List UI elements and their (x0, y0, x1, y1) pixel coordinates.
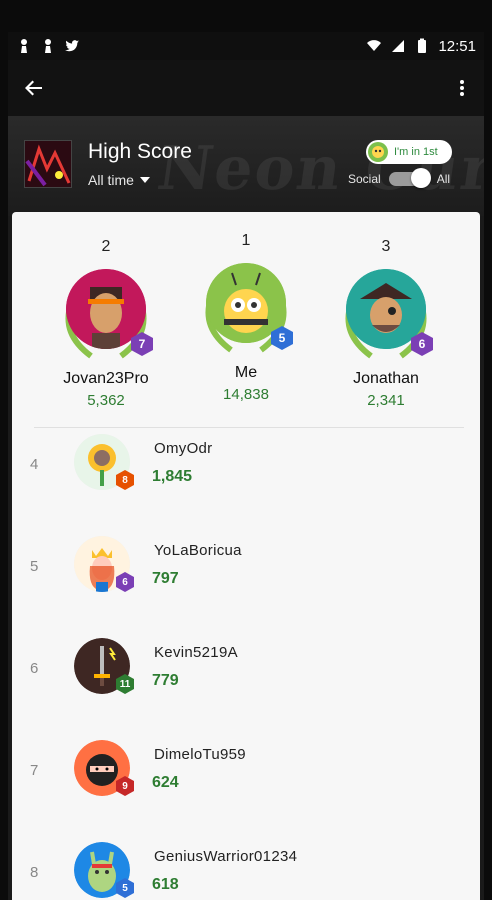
my-rank-pill[interactable]: I'm in 1st (366, 140, 452, 164)
player-score: 5,362 (87, 392, 125, 409)
leaderboard-header: Neon Curve High Score All time I'm in 1s… (8, 116, 484, 216)
player-score: 1,845 (152, 468, 193, 485)
player-name: OmyOdr (154, 440, 213, 457)
back-button[interactable] (16, 70, 52, 106)
twitter-icon (65, 40, 79, 52)
signal-icon (392, 40, 405, 52)
screen: 12:51 Neon Curve High Score All time (0, 0, 492, 900)
player-name: DimeloTu959 (154, 746, 246, 763)
player-name: Me (234, 364, 258, 381)
wifi-icon (367, 40, 382, 51)
battery-icon (418, 38, 427, 53)
player-score: 797 (152, 570, 179, 587)
time-filter-dropdown[interactable]: All time (88, 172, 150, 188)
player-score: 14,838 (223, 386, 269, 403)
divider (34, 427, 464, 428)
podium-third[interactable]: 3 6 Jonathan 2,341 (316, 238, 456, 409)
podium: 2 7 Jovan23Pro 5,362 1 5 Me 14,838 3 6 J… (12, 212, 480, 427)
podium-second[interactable]: 2 7 Jovan23Pro 5,362 (36, 238, 176, 409)
player-score: 779 (152, 672, 179, 689)
rank-number: 7 (30, 762, 39, 779)
podium-rank: 3 (381, 238, 391, 255)
leaderboard-row[interactable]: 5 6 YoLaBoricua 797 (12, 532, 480, 634)
game-thumbnail (24, 140, 72, 188)
leaderboard-row[interactable]: 8 5 GeniusWarrior01234 618 (12, 838, 480, 900)
player-score: 2,341 (367, 392, 405, 409)
social-label: Social (348, 172, 381, 186)
my-avatar-mini (368, 142, 388, 162)
more-vert-icon (460, 80, 464, 96)
leaderboard-list: 4 8 OmyOdr 1,845 5 6 YoLaBoricua 797 6 1… (12, 430, 480, 900)
player-score: 618 (152, 876, 179, 893)
leaderboard-row[interactable]: 4 8 OmyOdr 1,845 (12, 430, 480, 532)
arrow-left-icon (25, 80, 42, 96)
player-name: Jovan23Pro (63, 370, 149, 387)
all-label: All (436, 172, 451, 186)
rank-number: 8 (30, 864, 39, 881)
status-time: 12:51 (438, 37, 476, 55)
leaderboard-card: 2 7 Jovan23Pro 5,362 1 5 Me 14,838 3 6 J… (12, 212, 480, 900)
phone-screen: 12:51 Neon Curve High Score All time (8, 32, 484, 900)
player-name: Jonathan (353, 370, 419, 387)
rank-number: 6 (30, 660, 39, 677)
player-name: GeniusWarrior01234 (154, 848, 298, 865)
toggle-switch[interactable] (388, 168, 431, 188)
time-filter-label: All time (88, 172, 134, 188)
caret-down-icon (139, 177, 150, 183)
avatar: 6 (331, 264, 441, 364)
status-bar: 12:51 (8, 32, 484, 60)
podium-first[interactable]: 1 5 Me 14,838 (176, 232, 316, 403)
rank-number: 5 (30, 558, 39, 575)
my-rank-text: I'm in 1st (394, 146, 438, 158)
podium-rank: 2 (101, 238, 111, 255)
page-title: High Score (88, 140, 192, 163)
leaderboard-row[interactable]: 6 11 Kevin5219A 779 (12, 634, 480, 736)
rank-number: 4 (30, 456, 39, 473)
podium-rank: 1 (241, 232, 251, 249)
chess-pawn-icon (45, 39, 51, 53)
player-name: Kevin5219A (154, 644, 238, 661)
chess-pawn-icon (21, 39, 27, 53)
social-all-toggle[interactable]: Social All (348, 168, 451, 188)
avatar: 5 (191, 258, 301, 358)
player-name: YoLaBoricua (154, 542, 242, 559)
player-score: 624 (152, 774, 179, 791)
toggle-knob (410, 168, 431, 188)
more-options-button[interactable] (448, 70, 476, 106)
app-bar (8, 60, 484, 116)
avatar: 7 (51, 264, 161, 364)
leaderboard-row[interactable]: 7 9 DimeloTu959 624 (12, 736, 480, 838)
